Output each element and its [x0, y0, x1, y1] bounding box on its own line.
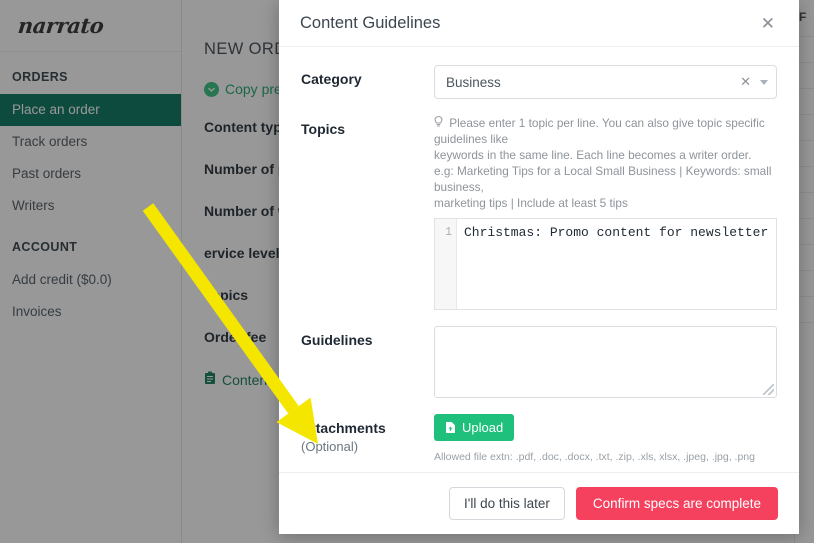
- topics-hint-line-3: e.g: Marketing Tips for a Local Small Bu…: [434, 164, 772, 194]
- topics-label: Topics: [301, 121, 346, 137]
- guidelines-label: Guidelines: [301, 332, 373, 348]
- category-row: Category Business ✕: [301, 65, 777, 99]
- lightbulb-icon: [434, 116, 446, 130]
- content-guidelines-modal: Content Guidelines ✕ Category Business ✕…: [279, 0, 799, 534]
- topics-hint-line-2: keywords in the same line. Each line bec…: [434, 148, 752, 162]
- category-select[interactable]: Business ✕: [434, 65, 777, 99]
- guidelines-control: [434, 326, 777, 398]
- upload-button[interactable]: Upload: [434, 414, 515, 441]
- clear-icon[interactable]: ✕: [733, 74, 758, 90]
- modal-title: Content Guidelines: [300, 13, 441, 32]
- upload-button-label: Upload: [462, 420, 504, 435]
- modal-body: Category Business ✕ Topics Please enter …: [279, 47, 799, 472]
- upload-icon: [445, 421, 456, 434]
- attachments-control: Upload Allowed file extn: .pdf, .doc, .d…: [434, 414, 777, 463]
- modal-footer: I'll do this later Confirm specs are com…: [279, 472, 799, 534]
- topics-code-editor[interactable]: 1 Christmas: Promo content for newslette…: [434, 218, 777, 310]
- allowed-extensions-text: Allowed file extn: .pdf, .doc, .docx, .t…: [434, 451, 755, 463]
- guidelines-row: Guidelines: [301, 326, 777, 398]
- do-this-later-button[interactable]: I'll do this later: [449, 487, 565, 520]
- attachments-label-text: Attachments: [301, 420, 386, 436]
- category-selected-value: Business: [446, 74, 501, 90]
- editor-line-numbers: 1: [435, 219, 457, 309]
- resize-handle-icon[interactable]: [763, 384, 774, 395]
- topics-hint-line-1: Please enter 1 topic per line. You can a…: [434, 116, 765, 146]
- confirm-specs-button[interactable]: Confirm specs are complete: [575, 487, 778, 520]
- topics-row: Topics Please enter 1 topic per line. Yo…: [301, 115, 777, 310]
- topics-hint-line-4: marketing tips | Include at least 5 tips: [434, 196, 628, 210]
- topics-hint: Please enter 1 topic per line. You can a…: [434, 115, 777, 211]
- attachments-row: Attachments (Optional) Upload Allowed fi…: [301, 414, 777, 463]
- category-label: Category: [301, 71, 362, 87]
- attachments-optional-text: (Optional): [301, 439, 359, 454]
- guidelines-textarea[interactable]: [434, 326, 777, 398]
- app-root: narrato ORDERS Place an order Track orde…: [0, 0, 814, 543]
- category-control: Business ✕: [434, 65, 777, 99]
- attachments-label: Attachments (Optional): [301, 414, 434, 463]
- topics-editor-content[interactable]: Christmas: Promo content for newsletter: [457, 219, 776, 309]
- modal-header: Content Guidelines ✕: [279, 0, 799, 47]
- topics-control: Please enter 1 topic per line. You can a…: [434, 115, 777, 310]
- chevron-down-icon[interactable]: [760, 79, 768, 85]
- close-icon[interactable]: ✕: [755, 11, 781, 36]
